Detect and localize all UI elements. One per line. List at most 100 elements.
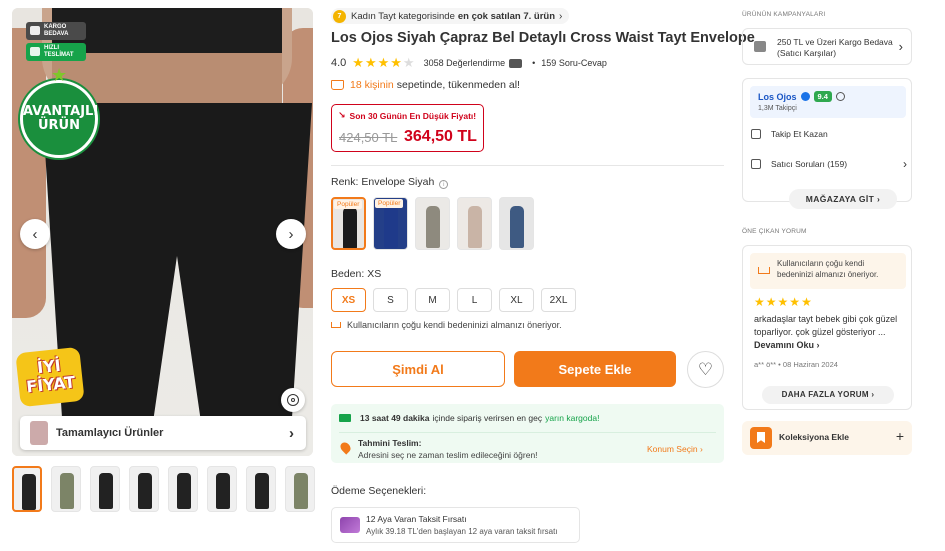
buy-now-button[interactable]: Şimdi Al xyxy=(331,351,505,387)
select-location-label: Konum Seçin xyxy=(647,444,698,454)
popular-tag: Popüler xyxy=(375,199,404,208)
chevron-right-icon: › xyxy=(898,39,903,54)
installment-card[interactable]: 12 Aya Varan Taksit Fırsatı Aylık 39.18 … xyxy=(331,507,580,543)
chevron-right-icon: › xyxy=(289,424,294,442)
fast-delivery-label: HIZLI TESLİMAT xyxy=(44,45,74,58)
gift-icon xyxy=(751,129,761,139)
zoom-button[interactable] xyxy=(281,388,305,412)
product-title: Los Ojos Siyah Çapraz Bel Detaylı Cross W… xyxy=(331,30,755,46)
star-icon: ★ xyxy=(801,295,813,309)
thumbnail[interactable] xyxy=(129,466,159,512)
review-meta: a** ö** • 08 Haziran 2024 xyxy=(754,360,838,369)
bestseller-prefix: Kadın Tayt kategorisinde xyxy=(351,10,455,22)
next-image-button[interactable]: › xyxy=(276,219,306,249)
brand-name[interactable]: Los Ojos xyxy=(331,30,393,46)
seller-header[interactable]: Los Ojos 9.4 1,3M Takipçi xyxy=(750,86,906,118)
color-label-text: Renk: Envelope Siyah xyxy=(331,176,435,188)
qa-link[interactable]: 159 Soru-Cevap xyxy=(541,58,607,68)
read-more-link[interactable]: Devamını Oku xyxy=(754,340,814,350)
swatch-figure xyxy=(468,206,482,248)
star-icon: ★ xyxy=(352,55,365,70)
good-price-label: İYİ FİYAT xyxy=(25,355,77,397)
color-swatch[interactable] xyxy=(457,197,492,250)
thumbnail-strip xyxy=(12,466,315,512)
divider xyxy=(331,165,724,166)
lowest-price-label: ↘ Son 30 Günün En Düşük Fiyatı! xyxy=(338,110,476,121)
star-icon: ★ xyxy=(754,295,766,309)
size-option[interactable]: S xyxy=(373,288,408,312)
store-label: MAĞAZAYA GİT xyxy=(805,194,875,204)
thumbnail[interactable] xyxy=(207,466,237,512)
rating-row: 4.0 ★★★★★ 3058 Değerlendirme • 159 Soru-… xyxy=(331,55,607,71)
seller-questions-row[interactable]: Satıcı Soruları (159) › xyxy=(751,157,907,171)
size-advice: Kullanıcıların çoğu kendi bedeninizi alm… xyxy=(331,320,562,330)
star-icon: ★ xyxy=(402,55,416,70)
seller-card: Los Ojos 9.4 1,3M Takipçi Takip Et Kazan… xyxy=(742,78,912,209)
info-icon[interactable] xyxy=(835,92,845,101)
star-icon: ★ xyxy=(364,55,378,70)
favorite-button[interactable]: ♡ xyxy=(687,351,724,388)
shipping-time: 13 saat 49 dakika xyxy=(360,413,430,423)
review-hint: Kullanıcıların çoğu kendi bedeninizi alm… xyxy=(750,253,906,289)
color-swatch[interactable]: Popüler xyxy=(373,197,408,250)
star-icon: ★ xyxy=(51,65,68,86)
chevron-right-icon: › xyxy=(699,444,703,454)
thumbnail-figure xyxy=(60,473,74,509)
verified-icon xyxy=(800,92,810,101)
campaign-card[interactable]: 250 TL ve Üzeri Kargo Bedava (Satıcı Kar… xyxy=(742,28,912,65)
rating-stars: ★★★★★ xyxy=(352,55,415,71)
star-icon: ★ xyxy=(777,295,790,309)
size-option[interactable]: XL xyxy=(499,288,534,312)
medal-icon: 7 xyxy=(333,9,346,23)
thumbnail-figure xyxy=(216,473,230,509)
shipping-box: 13 saat 49 dakika içinde sipariş verirse… xyxy=(331,404,724,463)
add-to-cart-button[interactable]: Sepete Ekle xyxy=(514,351,676,387)
review-count-link[interactable]: 3058 Değerlendirme xyxy=(424,58,506,68)
thumbnail[interactable] xyxy=(168,466,198,512)
box-icon xyxy=(30,26,40,35)
thumbnail[interactable] xyxy=(246,466,276,512)
thumbnail-figure xyxy=(138,473,152,509)
image-arm-left xyxy=(12,28,46,318)
thumbnail[interactable] xyxy=(90,466,120,512)
size-option[interactable]: 2XL xyxy=(541,288,576,312)
featured-review-heading: ÖNE ÇIKAN YORUM xyxy=(742,228,807,235)
complementary-products-bar[interactable]: Tamamlayıcı Ürünler › xyxy=(20,416,306,450)
complementary-thumbnail xyxy=(30,421,48,445)
thumbnail[interactable] xyxy=(51,466,81,512)
thumbnail-figure xyxy=(255,473,269,509)
follow-earn-row[interactable]: Takip Et Kazan xyxy=(751,129,907,139)
bestseller-badge[interactable]: 7 Kadın Tayt kategorisinde en çok satıla… xyxy=(331,8,570,24)
more-reviews-button[interactable]: DAHA FAZLA YORUM › xyxy=(762,386,894,404)
size-option[interactable]: L xyxy=(457,288,492,312)
thumbnail[interactable] xyxy=(12,466,42,512)
bestseller-rank: en çok satılan 7. ürün xyxy=(457,10,556,22)
credit-card-icon xyxy=(340,517,360,533)
thumbnail[interactable] xyxy=(285,466,315,512)
color-swatch[interactable] xyxy=(415,197,450,250)
campaign-text: 250 TL ve Üzeri Kargo Bedava (Satıcı Kar… xyxy=(777,37,893,59)
advantage-product-badge: ★ AVANTAJLI ÜRÜN xyxy=(20,67,98,158)
prev-image-button[interactable]: ‹ xyxy=(20,219,50,249)
info-icon[interactable]: i xyxy=(439,180,449,189)
select-location-link[interactable]: Konum Seçin › xyxy=(647,444,703,454)
go-to-store-button[interactable]: MAĞAZAYA GİT › xyxy=(789,189,897,209)
basket-info: 18 kişinin sepetinde, tükenmeden al! xyxy=(331,79,520,91)
heart-icon: ♡ xyxy=(697,359,714,379)
chevron-right-icon: › xyxy=(877,194,881,204)
add-to-collection-button[interactable]: Koleksiyona Ekle + xyxy=(742,421,912,455)
thumbnail-figure xyxy=(177,473,191,509)
star-icon: ★ xyxy=(390,55,403,70)
follow-earn-label: Takip Et Kazan xyxy=(771,129,828,139)
color-label: Renk: Envelope Siyah i xyxy=(331,176,449,189)
free-shipping-label: KARGO BEDAVA xyxy=(44,24,69,37)
size-option[interactable]: M xyxy=(415,288,450,312)
size-option[interactable]: XS xyxy=(331,288,366,312)
shipping-green-text: yarın kargoda! xyxy=(545,413,600,423)
campaign-line-1: 250 TL ve Üzeri Kargo Bedava xyxy=(777,37,893,47)
plus-icon: + xyxy=(895,428,904,444)
chevron-left-icon: ‹ xyxy=(32,225,38,243)
swatch-figure xyxy=(426,206,440,248)
color-swatch[interactable] xyxy=(499,197,534,250)
color-swatch[interactable]: Popüler xyxy=(331,197,366,250)
